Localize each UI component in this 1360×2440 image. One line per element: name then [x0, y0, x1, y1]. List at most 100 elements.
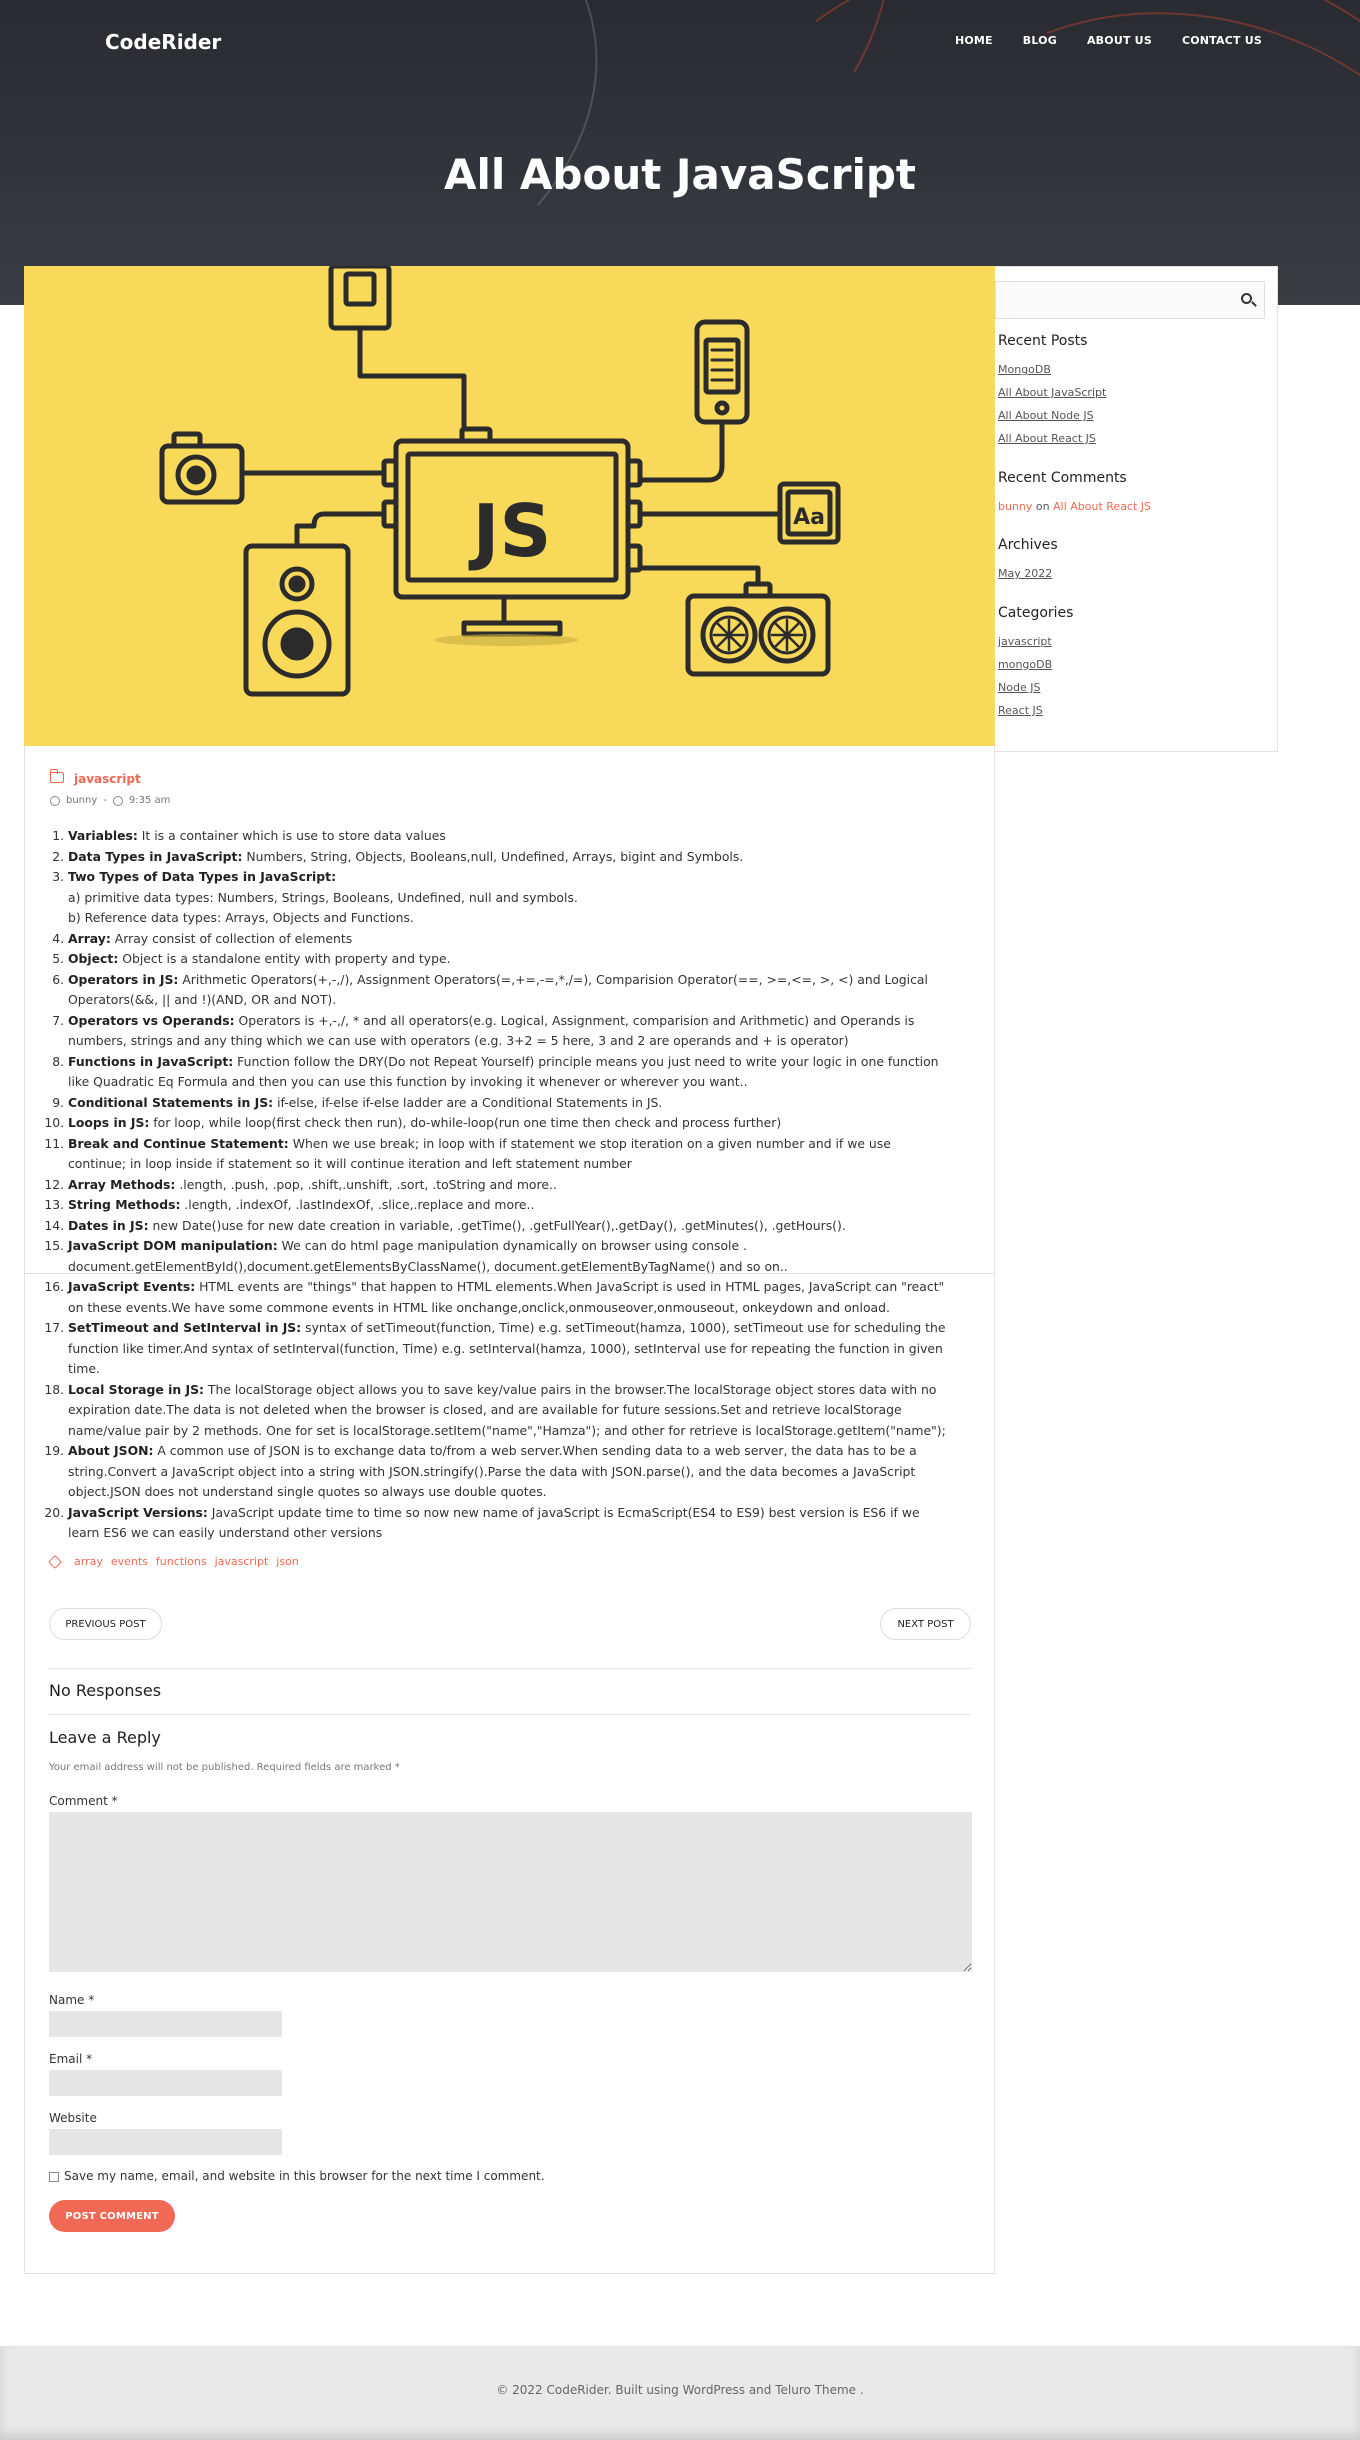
content-list-item: About JSON: A common use of JSON is to e…: [68, 1441, 950, 1503]
responses-heading: No Responses: [49, 1681, 162, 1700]
list-item-term: JavaScript DOM manipulation:: [68, 1238, 278, 1253]
page-title: All About JavaScript: [443, 150, 917, 199]
tag-link[interactable]: events: [111, 1555, 148, 1568]
post-comment-button[interactable]: POST COMMENT: [49, 2200, 175, 2232]
nav-about-us[interactable]: ABOUT US: [1087, 34, 1152, 47]
tag-link[interactable]: functions: [156, 1555, 207, 1568]
list-item-term: JavaScript Events:: [68, 1279, 196, 1294]
content-list-item: Break and Continue Statement: When we us…: [68, 1134, 950, 1175]
name-field[interactable]: [49, 2011, 282, 2037]
recent-post-link[interactable]: All About Node JS: [998, 409, 1094, 422]
list-item-term: Functions in JavaScript:: [68, 1053, 234, 1069]
list-item-text: HTML events are "things" that happen to …: [68, 1279, 945, 1315]
hero-header: CodeRider HOME BLOG ABOUT US CONTACT US …: [0, 0, 1360, 305]
email-field[interactable]: [49, 2070, 282, 2096]
recent-comments-heading: Recent Comments: [998, 470, 1127, 486]
fan-unit: [685, 593, 831, 677]
list-item-text: a) primitive data types: Numbers, String…: [68, 889, 578, 926]
tag-link[interactable]: javascript: [215, 1555, 269, 1568]
tag-icon: [47, 1554, 63, 1569]
nav-contact-us[interactable]: CONTACT US: [1182, 34, 1262, 47]
list-item-text: .length, .push, .pop, .shift,.unshift, .…: [175, 1176, 557, 1192]
cable: [357, 325, 467, 429]
divider: [48, 1668, 971, 1669]
tag-link[interactable]: json: [276, 1555, 299, 1568]
category-link[interactable]: mongoDB: [998, 658, 1052, 671]
recent-post-link[interactable]: All About JavaScript: [998, 386, 1106, 399]
list-item-text: if-else, if-else if-else ladder are a Co…: [273, 1094, 663, 1110]
content-list-item: JavaScript DOM manipulation: We can do h…: [68, 1236, 950, 1277]
list-item-text: for loop, while loop(first check then ru…: [149, 1115, 782, 1130]
js-illustration: JS Aa: [159, 263, 841, 697]
list-item-term: Operators in JS:: [68, 971, 179, 987]
content-list-item: Two Types of Data Types in JavaScript: a…: [68, 867, 950, 929]
site-footer: © 2022 CodeRider. Built using WordPress …: [0, 2346, 1360, 2440]
list-item-term: String Methods:: [68, 1197, 181, 1212]
post-meta: bunny - 9:35 am: [50, 795, 170, 806]
post-author: bunny: [66, 795, 98, 806]
previous-post-button[interactable]: PREVIOUS POST: [49, 1608, 162, 1640]
list-item-text: A common use of JSON is to exchange data…: [68, 1443, 917, 1499]
content-list-item: Array: Array consist of collection of el…: [68, 929, 950, 950]
port-top: [459, 426, 493, 444]
reply-heading: Leave a Reply: [49, 1728, 161, 1747]
list-item-term: Array:: [68, 930, 111, 946]
email-label: Email *: [49, 2052, 93, 2066]
name-label: Name *: [49, 1993, 95, 2007]
font-box-text: Aa: [793, 505, 825, 530]
list-item-term: Two Types of Data Types in JavaScript:: [68, 869, 337, 884]
recent-posts-heading: Recent Posts: [998, 333, 1088, 349]
content-list-item: Functions in JavaScript: Function follow…: [68, 1052, 950, 1093]
category-link[interactable]: Node JS: [998, 681, 1040, 694]
site-logo[interactable]: CodeRider: [105, 30, 221, 54]
nav-home[interactable]: HOME: [955, 34, 993, 47]
archive-link[interactable]: May 2022: [998, 567, 1052, 580]
list-item-term: Variables:: [68, 828, 138, 843]
post-category: javascript: [52, 772, 141, 786]
content-list-item: JavaScript Versions: JavaScript update t…: [68, 1503, 950, 1544]
comment-author-link[interactable]: bunny: [998, 500, 1032, 513]
category-link[interactable]: React JS: [998, 704, 1043, 717]
sidebar: Recent Posts MongoDB All About JavaScrip…: [995, 266, 1278, 752]
clock-icon: [112, 795, 123, 806]
search-icon[interactable]: [1241, 293, 1252, 304]
content-list-item: Operators vs Operands: Operators is +,-,…: [68, 1011, 950, 1052]
list-item-term: JavaScript Versions:: [68, 1504, 208, 1520]
content-list-item: Local Storage in JS: The localStorage ob…: [68, 1380, 950, 1442]
content-list-item: Conditional Statements in JS: if-else, i…: [68, 1093, 950, 1114]
save-info-checkbox[interactable]: [49, 2172, 59, 2182]
website-field[interactable]: [49, 2129, 282, 2155]
list-item-term: Operators vs Operands:: [68, 1012, 235, 1028]
content-list-item: Operators in JS: Arithmetic Operators(+,…: [68, 970, 950, 1011]
js-logo-text: JS: [468, 489, 552, 573]
website-label: Website: [49, 2111, 97, 2125]
category-link[interactable]: javascript: [74, 772, 141, 786]
list-item-term: Loops in JS:: [68, 1115, 150, 1130]
list-item-text: Numbers, String, Objects, Booleans,null,…: [242, 848, 744, 864]
nav-blog[interactable]: BLOG: [1023, 34, 1057, 47]
category-link[interactable]: javascript: [998, 635, 1052, 648]
recent-post-link[interactable]: All About React JS: [998, 432, 1096, 445]
post-tags: array events functions javascript json: [47, 1554, 299, 1569]
content-list-item: Loops in JS: for loop, while loop(first …: [68, 1113, 950, 1134]
content-list-item: Array Methods: .length, .push, .pop, .sh…: [68, 1175, 950, 1196]
list-item-term: Data Types in JavaScript:: [68, 848, 243, 864]
archives-heading: Archives: [998, 537, 1058, 553]
list-item-term: Dates in JS:: [68, 1217, 149, 1233]
list-item-term: Local Storage in JS:: [68, 1381, 204, 1397]
content-list-item: String Methods: .length, .indexOf, .last…: [68, 1195, 950, 1216]
recent-post-link[interactable]: MongoDB: [998, 363, 1051, 376]
main-nav: HOME BLOG ABOUT US CONTACT US: [955, 34, 1262, 47]
meta-separator: -: [103, 795, 107, 806]
search-input[interactable]: [995, 281, 1265, 319]
tag-link[interactable]: array: [74, 1555, 103, 1568]
list-item-text: new Date()use for new date creation in v…: [148, 1217, 846, 1233]
comment-post-link[interactable]: All About React JS: [1053, 500, 1151, 513]
content-list-item: Dates in JS: new Date()use for new date …: [68, 1216, 950, 1237]
next-post-button[interactable]: NEXT POST: [880, 1608, 971, 1640]
list-item-text: .length, .indexOf, .lastIndexOf, .slice,…: [180, 1197, 535, 1212]
footer-copyright: © 2022 CodeRider. Built using WordPress …: [496, 2383, 864, 2397]
comment-textarea[interactable]: [49, 1812, 972, 1972]
comment-on-text: on: [1035, 500, 1050, 513]
list-item-term: Object:: [68, 951, 119, 966]
